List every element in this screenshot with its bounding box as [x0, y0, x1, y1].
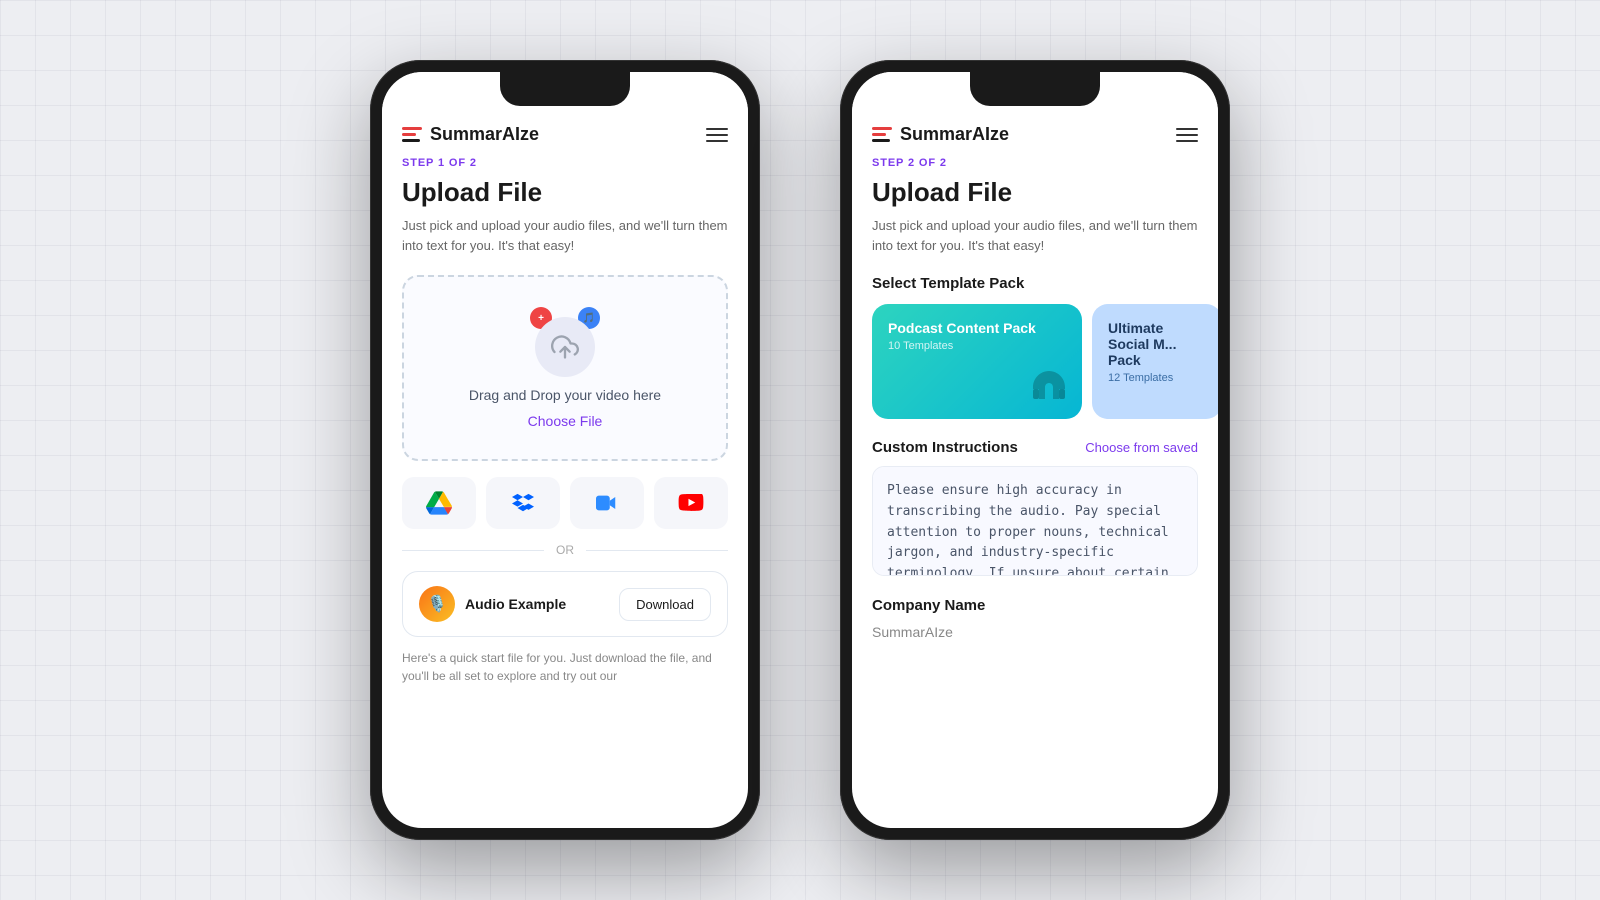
- or-divider: OR: [402, 543, 728, 557]
- integrations-row: [402, 477, 728, 529]
- drag-drop-text: Drag and Drop your video here: [469, 387, 661, 403]
- page-title-1: Upload File: [402, 177, 728, 208]
- or-text: OR: [556, 543, 574, 557]
- choose-file-link[interactable]: Choose File: [528, 413, 603, 429]
- company-name-value: SummarAIze: [872, 624, 1198, 640]
- app-logo-1: SummarAIze: [402, 124, 539, 145]
- app-logo-2: SummarAIze: [872, 124, 1009, 145]
- podcast-template-card[interactable]: Podcast Content Pack 10 Templates: [872, 304, 1082, 419]
- download-button[interactable]: Download: [619, 588, 711, 621]
- zoom-button[interactable]: [570, 477, 644, 529]
- step-label-1: STEP 1 OF 2: [402, 157, 728, 169]
- audio-example-left: 🎙️ Audio Example: [419, 586, 566, 622]
- app-content-1: STEP 1 OF 2 Upload File Just pick and up…: [382, 157, 748, 828]
- app-name-2: SummarAIze: [900, 124, 1009, 145]
- audio-example-card: 🎙️ Audio Example Download: [402, 571, 728, 637]
- custom-instructions-header: Custom Instructions Choose from saved: [872, 439, 1198, 456]
- social-card-count: 12 Templates: [1108, 372, 1206, 384]
- headphone-icon: [1024, 361, 1074, 411]
- hamburger-line-3: [706, 140, 728, 142]
- upload-dropzone[interactable]: + 🎵 Drag and Drop your video here Choose…: [402, 275, 728, 461]
- upload-icon-container: + 🎵: [530, 307, 600, 377]
- logo-line-red-4: [872, 133, 886, 136]
- phone-1: SummarAIze STEP 1 OF 2 Upload File Just …: [370, 60, 760, 840]
- logo-icon-1: [402, 127, 422, 142]
- podcast-card-title: Podcast Content Pack: [888, 320, 1066, 336]
- hamburger-menu-2[interactable]: [1176, 128, 1198, 142]
- hamburger-menu-1[interactable]: [706, 128, 728, 142]
- youtube-button[interactable]: [654, 477, 728, 529]
- social-template-card[interactable]: Ultimate Social M... Pack 12 Templates: [1092, 304, 1218, 419]
- logo-line-dark: [402, 139, 420, 142]
- logo-line-red-2: [402, 133, 416, 136]
- audio-avatar: 🎙️: [419, 586, 455, 622]
- custom-instructions-label: Custom Instructions: [872, 439, 1018, 456]
- hamburger-line-1: [706, 128, 728, 130]
- logo-icon-2: [872, 127, 892, 142]
- custom-instructions-textarea[interactable]: Please ensure high accuracy in transcrib…: [872, 466, 1198, 576]
- phone-notch-2: [970, 72, 1100, 106]
- phone-notch-1: [500, 72, 630, 106]
- hamburger-line-6: [1176, 140, 1198, 142]
- hamburger-line-2: [706, 134, 728, 136]
- audio-label: Audio Example: [465, 596, 566, 612]
- social-card-title: Ultimate Social M... Pack: [1108, 320, 1206, 368]
- upload-cloud-icon: [535, 317, 595, 377]
- app-name-1: SummarAIze: [430, 124, 539, 145]
- hamburger-line-4: [1176, 128, 1198, 130]
- step-label-2: STEP 2 OF 2: [872, 157, 1198, 169]
- page-subtitle-2: Just pick and upload your audio files, a…: [872, 216, 1198, 255]
- template-cards-row: Podcast Content Pack 10 Templates Ultima…: [872, 304, 1198, 419]
- google-drive-button[interactable]: [402, 477, 476, 529]
- page-title-2: Upload File: [872, 177, 1198, 208]
- phone-screen-1: SummarAIze STEP 1 OF 2 Upload File Just …: [382, 72, 748, 828]
- app-content-2: STEP 2 OF 2 Upload File Just pick and up…: [852, 157, 1218, 828]
- podcast-card-count: 10 Templates: [888, 340, 1066, 352]
- company-name-label: Company Name: [872, 597, 1198, 614]
- choose-saved-link[interactable]: Choose from saved: [1085, 440, 1198, 455]
- phone-2: SummarAIze STEP 2 OF 2 Upload File Just …: [840, 60, 1230, 840]
- logo-line-dark-2: [872, 139, 890, 142]
- select-template-label: Select Template Pack: [872, 275, 1198, 292]
- hamburger-line-5: [1176, 134, 1198, 136]
- page-subtitle-1: Just pick and upload your audio files, a…: [402, 216, 728, 255]
- dropbox-button[interactable]: [486, 477, 560, 529]
- logo-line-red-3: [872, 127, 892, 130]
- logo-line-red-1: [402, 127, 422, 130]
- phone-screen-2: SummarAIze STEP 2 OF 2 Upload File Just …: [852, 72, 1218, 828]
- audio-description: Here's a quick start file for you. Just …: [402, 649, 728, 685]
